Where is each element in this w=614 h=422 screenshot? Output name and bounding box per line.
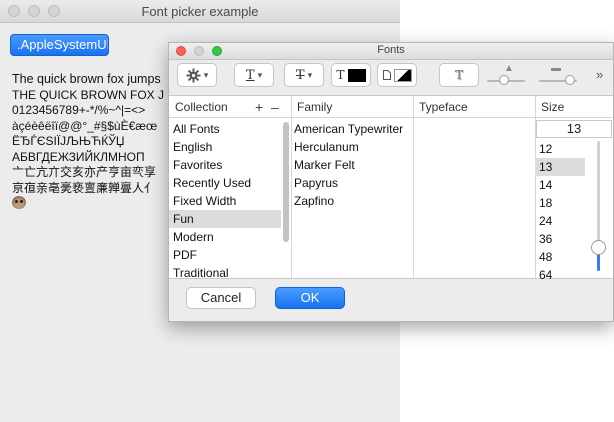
- collection-item-selected[interactable]: Fun: [169, 210, 281, 228]
- sample-line: 亠亡亢亣交亥亦产亨亩亪享: [12, 165, 157, 179]
- size-item-selected[interactable]: 13: [535, 158, 585, 176]
- column-divider: [413, 96, 414, 278]
- collection-item[interactable]: Fixed Width: [169, 192, 281, 210]
- chevron-down-icon: ▾: [257, 69, 263, 80]
- sample-line: The quick brown fox jumps: [12, 72, 161, 86]
- size-header: Size: [535, 96, 613, 118]
- more-options-icon[interactable]: »: [596, 67, 603, 82]
- strikethrough-icon: T: [295, 67, 305, 83]
- text-shadow-button[interactable]: T: [439, 63, 479, 87]
- underline-menu-button[interactable]: T ▾: [234, 63, 274, 87]
- panel-title: Fonts: [377, 44, 405, 56]
- size-item[interactable]: 24: [535, 212, 585, 230]
- sample-line: ЁЂЃЄЅІЇЈЉЊЋЌЎЏ: [12, 134, 125, 148]
- titlebar: Font picker example: [0, 0, 400, 23]
- size-input[interactable]: 13: [536, 120, 612, 138]
- shadow-opacity-icon: ▲: [504, 63, 514, 74]
- size-list: 12 13 14 18 24 36 48 64: [535, 140, 585, 284]
- collection-item[interactable]: All Fonts: [169, 120, 281, 138]
- size-item[interactable]: 12: [535, 140, 585, 158]
- family-item[interactable]: Herculanum: [291, 138, 413, 156]
- family-item[interactable]: Papyrus: [291, 174, 413, 192]
- family-item[interactable]: American Typewriter: [291, 120, 413, 138]
- collection-item[interactable]: Modern: [169, 228, 281, 246]
- shadow-blur-icon: ▬: [551, 63, 561, 74]
- size-item[interactable]: 14: [535, 176, 585, 194]
- text-color-button[interactable]: T: [331, 63, 371, 87]
- shadow-blur-knob[interactable]: [565, 75, 575, 85]
- text-color-swatch: [347, 68, 366, 82]
- chevron-down-icon: ▾: [307, 69, 313, 80]
- document-color-swatch: [393, 68, 412, 82]
- cancel-button[interactable]: Cancel: [186, 287, 256, 309]
- collection-item[interactable]: Recently Used: [169, 174, 281, 192]
- monkey-emoji-icon: [12, 196, 26, 209]
- shadow-opacity-knob[interactable]: [499, 75, 509, 85]
- document-color-button[interactable]: [377, 63, 417, 87]
- document-icon: [382, 70, 391, 80]
- size-slider-knob[interactable]: [591, 240, 606, 255]
- typeface-header: Typeface: [413, 96, 535, 118]
- shadow-icon: T: [454, 68, 463, 82]
- strikethrough-menu-button[interactable]: T ▾: [284, 63, 324, 87]
- sample-line: 0123456789+-*/%~^|=<>: [12, 103, 146, 117]
- window-title: Font picker example: [141, 4, 259, 19]
- sample-text: The quick brown fox jumps THE QUICK BROW…: [12, 72, 172, 214]
- collection-list: All Fonts English Favorites Recently Use…: [169, 120, 281, 282]
- underline-icon: T: [245, 67, 255, 83]
- family-item[interactable]: Marker Felt: [291, 156, 413, 174]
- remove-collection-icon[interactable]: –: [271, 96, 279, 118]
- ok-button[interactable]: OK: [275, 287, 345, 309]
- size-item[interactable]: 64: [535, 266, 585, 284]
- font-picker-button[interactable]: .AppleSystemUIFont: [10, 34, 109, 56]
- sample-line: THE QUICK BROWN FOX J: [12, 87, 165, 102]
- text-color-icon: T: [336, 68, 345, 82]
- gear-icon: [186, 67, 201, 83]
- family-list: American Typewriter Herculanum Marker Fe…: [291, 120, 413, 210]
- collection-item[interactable]: English: [169, 138, 281, 156]
- font-browser: Collection + – Family Typeface Size All …: [169, 95, 613, 282]
- sample-line: 亰亱亲亳亴亵亶亷亸亹人亻: [12, 180, 157, 195]
- add-collection-icon[interactable]: +: [255, 96, 263, 118]
- family-header: Family: [291, 96, 413, 118]
- family-item[interactable]: Zapfino: [291, 192, 413, 210]
- size-item[interactable]: 18: [535, 194, 585, 212]
- sample-line: АБВГДЕЖЗИЙКЛМНОП: [12, 149, 145, 164]
- collection-item[interactable]: PDF: [169, 246, 281, 264]
- collection-header: Collection + –: [169, 96, 291, 118]
- sample-line: àçéèêëîï@@°_#§$ùÈ€æœ: [12, 118, 158, 133]
- collection-scrollbar[interactable]: [283, 122, 289, 242]
- fonts-panel: Fonts ▾ T ▾ T ▾ T T ▲ ▬ » Collection + –…: [168, 42, 614, 322]
- collection-item[interactable]: Favorites: [169, 156, 281, 174]
- action-menu-button[interactable]: ▾: [177, 63, 217, 87]
- panel-titlebar: Fonts: [169, 43, 613, 60]
- size-item[interactable]: 48: [535, 248, 585, 266]
- collection-header-label: Collection: [175, 100, 228, 114]
- chevron-down-icon: ▾: [203, 69, 209, 80]
- collection-item[interactable]: Traditional: [169, 264, 281, 282]
- size-item[interactable]: 36: [535, 230, 585, 248]
